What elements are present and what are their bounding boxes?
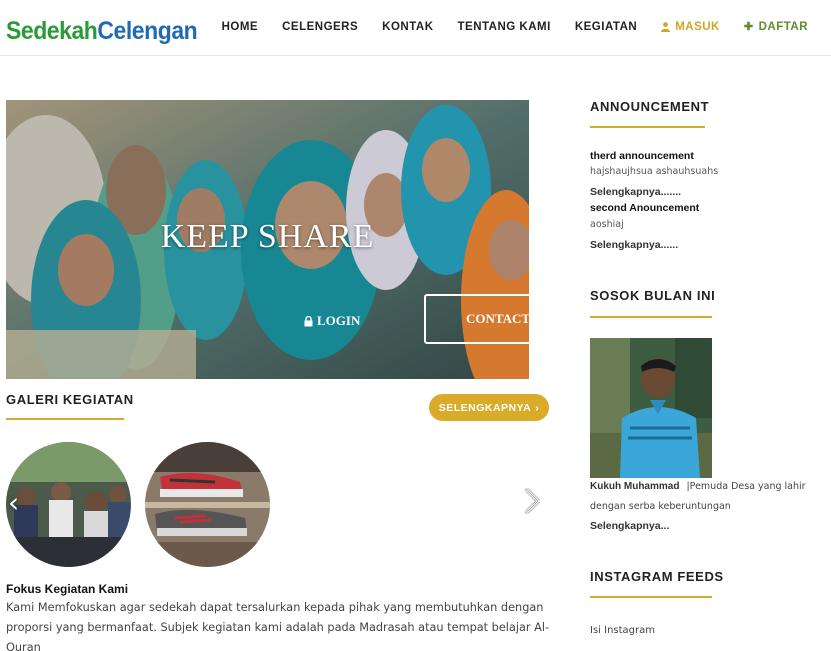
- hero-contact-button[interactable]: CONTACT: [424, 294, 529, 344]
- announcement-item-body: hajshaujhsua ashauhsuahs: [590, 166, 719, 177]
- sosok-caption: Kukuh Muhammad |Pemuda Desa yang lahir: [590, 481, 806, 492]
- galeri-more-label: SELENGKAPNYA: [438, 401, 532, 414]
- nav-daftar[interactable]: ✚ DAFTAR: [732, 19, 820, 35]
- sosok-desc-line1: |Pemuda Desa yang lahir: [686, 481, 806, 492]
- sosok-person-photo: [590, 338, 712, 478]
- hero-login-label: LOGIN: [317, 313, 361, 328]
- instagram-title: INSTAGRAM FEEDS: [590, 569, 724, 584]
- galeri-more-button[interactable]: SELENGKAPNYA ›: [429, 394, 549, 421]
- site-header: SedekahCelengan HOME CELENGERS KONTAK TE…: [0, 0, 831, 56]
- nav-kontak[interactable]: KONTAK: [370, 19, 445, 35]
- fokus-title: Fokus Kegiatan Kami: [6, 582, 129, 596]
- announcement-item-title[interactable]: second Anouncement: [590, 202, 699, 214]
- sosok-title: SOSOK BULAN INI: [590, 288, 716, 303]
- lock-icon: [304, 315, 313, 326]
- instagram-body: Isi Instagram: [590, 625, 655, 636]
- announcement-title: ANNOUNCEMENT: [590, 99, 710, 114]
- gallery-image-1[interactable]: [6, 442, 131, 567]
- nav-daftar-label: DAFTAR: [758, 21, 808, 33]
- instagram-underline: [590, 596, 712, 598]
- gallery-next-arrow-icon[interactable]: [524, 488, 540, 521]
- site-logo[interactable]: SedekahCelengan: [6, 14, 198, 48]
- sosok-underline: [590, 316, 712, 318]
- gallery-photo-shoes: [145, 442, 270, 567]
- nav-masuk[interactable]: MASUK: [649, 19, 732, 35]
- galeri-title-underline: [6, 418, 124, 420]
- hero-title: KEEP SHARE: [160, 218, 375, 255]
- nav-home[interactable]: HOME: [210, 19, 271, 35]
- announcement-item-body: aoshiaj: [590, 219, 624, 230]
- galeri-title: GALERI KEGIATAN: [6, 392, 134, 407]
- announcement-underline: [590, 126, 705, 128]
- plus-icon: ✚: [743, 21, 754, 33]
- nav-tentang-kami[interactable]: TENTANG KAMI: [446, 19, 563, 35]
- sosok-photo[interactable]: [590, 338, 712, 478]
- logo-part-2: Celengan: [97, 17, 198, 45]
- sosok-name[interactable]: Kukuh Muhammad: [590, 481, 679, 492]
- user-icon: [661, 22, 671, 32]
- gallery-photo-classroom: [6, 442, 131, 567]
- hero-login-button[interactable]: LOGIN: [304, 313, 360, 329]
- sosok-more-link[interactable]: Selengkapnya...: [590, 520, 669, 532]
- sosok-desc-line2: dengan serba keberuntungan: [590, 501, 731, 512]
- gallery-prev-arrow-icon[interactable]: ‹: [8, 486, 19, 519]
- nav-masuk-label: MASUK: [675, 21, 720, 33]
- main-nav: HOME CELENGERS KONTAK TENTANG KAMI KEGIA…: [210, 19, 820, 35]
- announcement-item-title[interactable]: therd announcement: [590, 150, 694, 162]
- logo-part-1: Sedekah: [6, 17, 98, 45]
- gallery-image-2[interactable]: [145, 442, 270, 567]
- nav-celengers[interactable]: CELENGERS: [270, 19, 370, 35]
- nav-kegiatan[interactable]: KEGIATAN: [563, 19, 649, 35]
- chevron-right-icon: ›: [535, 401, 540, 414]
- announcement-more-link[interactable]: Selengkapnya......: [590, 239, 678, 251]
- announcement-more-link[interactable]: Selengkapnya.......: [590, 186, 681, 198]
- fokus-text: Kami Memfokuskan agar sedekah dapat ters…: [6, 601, 550, 651]
